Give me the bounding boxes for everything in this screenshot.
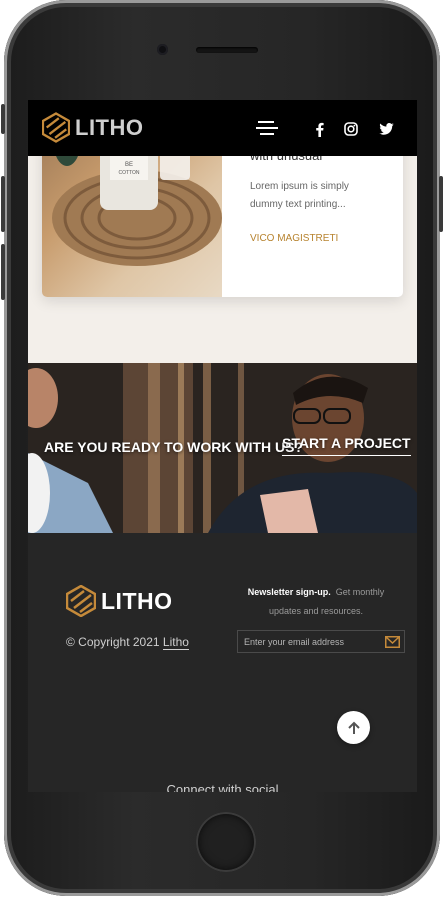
phone-screen: BE COTTON with unusual Lorem ipsum is si…	[28, 100, 417, 792]
front-camera	[157, 44, 168, 55]
copyright-text: © Copyright 2021	[66, 635, 160, 649]
mute-switch	[1, 104, 5, 134]
home-button[interactable]	[196, 812, 256, 872]
banner-headline: ARE YOU READY TO WORK WITH US?	[44, 439, 304, 455]
email-input[interactable]	[238, 631, 378, 652]
newsletter-form	[237, 630, 405, 653]
cta-banner: ARE YOU READY TO WORK WITH US? START A P…	[28, 363, 417, 533]
footer: LITHO © Copyright 2021 Litho Newsletter …	[28, 533, 417, 792]
header-logo-text: LITHO	[75, 114, 144, 140]
header-logo[interactable]: LITHO	[42, 112, 144, 143]
start-project-link[interactable]: START A PROJECT	[282, 435, 411, 456]
volume-down-button	[1, 244, 5, 300]
copyright-link[interactable]: Litho	[162, 635, 189, 650]
footer-logo-text: LITHO	[101, 587, 173, 614]
hamburger-menu-icon[interactable]	[256, 119, 278, 137]
envelope-icon[interactable]	[385, 635, 400, 653]
svg-text:COTTON: COTTON	[118, 170, 139, 176]
card-description: Lorem ipsum is simply dummy text printin…	[250, 181, 349, 210]
facebook-icon[interactable]	[311, 120, 327, 138]
earpiece-speaker	[196, 47, 258, 53]
candle-label: BE	[125, 162, 133, 168]
instagram-icon[interactable]	[343, 121, 358, 136]
twitter-icon[interactable]	[378, 122, 394, 136]
newsletter-info: Newsletter sign-up. Get monthly updates …	[236, 583, 396, 621]
power-button	[439, 176, 443, 232]
volume-up-button	[1, 176, 5, 232]
newsletter-title: Newsletter sign-up.	[247, 587, 331, 597]
site-header: LITHO	[28, 100, 417, 156]
arrow-up-icon	[347, 721, 360, 734]
card-author-link[interactable]: VICO MAGISTRETI	[250, 233, 338, 244]
connect-social-text: Connect with social	[166, 782, 279, 792]
litho-logo-icon	[66, 585, 96, 617]
litho-logo-icon	[42, 112, 70, 143]
footer-logo[interactable]: LITHO	[66, 585, 173, 617]
copyright: © Copyright 2021 Litho	[66, 635, 189, 650]
scroll-top-button[interactable]	[337, 711, 370, 744]
